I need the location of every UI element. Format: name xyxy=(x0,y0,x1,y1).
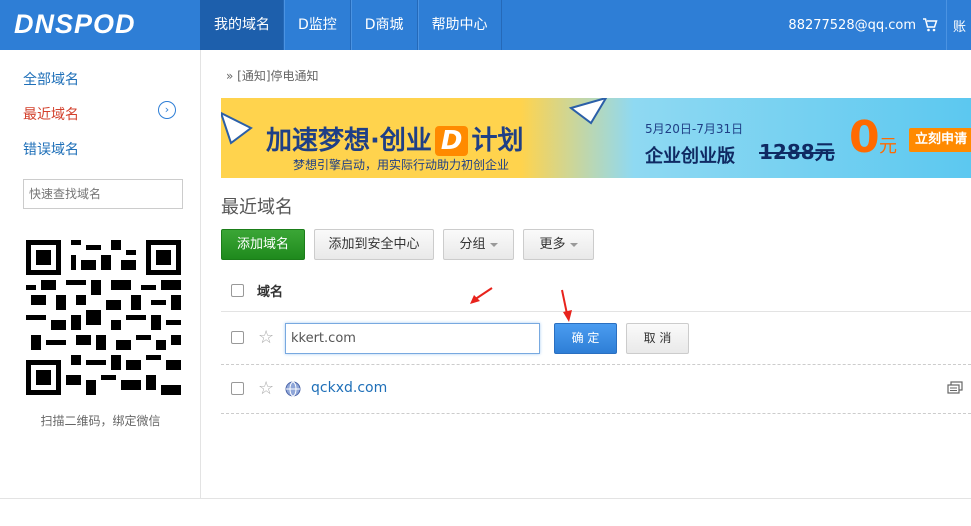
sidebar-item-error-domains[interactable]: 错误域名 xyxy=(23,139,79,159)
banner-edition: 企业创业版 xyxy=(645,146,735,167)
star-icon[interactable]: ☆ xyxy=(258,329,274,347)
page-title: 最近域名 xyxy=(221,197,293,218)
annotation-arrow-icon xyxy=(470,287,493,304)
account-email[interactable]: 88277528@qq.com xyxy=(788,18,916,33)
nav-d-monitor[interactable]: D监控 xyxy=(284,0,351,50)
nav-help-center[interactable]: 帮助中心 xyxy=(417,0,502,50)
cancel-button[interactable]: 取 消 xyxy=(626,323,689,354)
domain-search-input[interactable] xyxy=(23,179,183,209)
banner-headline: 加速梦想·创业 D 计划 xyxy=(266,120,524,157)
banner-new-price: 0 xyxy=(849,112,880,163)
footer-divider xyxy=(0,498,971,499)
table-row-edit: ☆ 确 定 取 消 xyxy=(221,312,971,365)
row-checkbox[interactable] xyxy=(231,382,244,395)
domain-table-header: 域名 xyxy=(221,270,971,312)
nav-my-domains[interactable]: 我的域名 xyxy=(200,0,284,50)
sidebar: 全部域名 最近域名 › 错误域名 扫描二维码，绑定微信 xyxy=(0,50,201,498)
star-icon[interactable]: ☆ xyxy=(258,380,274,398)
table-row: ☆ qckxd.com xyxy=(221,365,971,414)
banner-price-unit: 元 xyxy=(879,136,897,157)
confirm-button[interactable]: 确 定 xyxy=(554,323,617,354)
sidebar-item-all-domains[interactable]: 全部域名 xyxy=(23,69,79,89)
domain-link[interactable]: qckxd.com xyxy=(311,380,387,396)
promo-banner[interactable]: 加速梦想·创业 D 计划 梦想引擎启动，用实际行动助力初创企业 5月20日-7月31… xyxy=(221,98,971,178)
group-dropdown-label: 分组 xyxy=(459,237,486,252)
banner-old-price: 1288元 xyxy=(759,140,835,164)
banner-subline: 梦想引擎启动，用实际行动助力初创企业 xyxy=(293,158,510,172)
nav-d-store[interactable]: D商城 xyxy=(350,0,418,50)
more-dropdown[interactable]: 更多 xyxy=(523,229,594,260)
caret-down-icon xyxy=(489,242,498,247)
wechat-qr-code xyxy=(26,240,181,395)
notice-breadcrumb[interactable]: » [通知]停电通知 xyxy=(226,67,319,84)
banner-apply-button[interactable]: 立刻申请 xyxy=(909,128,971,152)
new-domain-input[interactable] xyxy=(285,323,540,354)
qr-caption: 扫描二维码，绑定微信 xyxy=(40,414,161,428)
chevron-right-icon[interactable]: › xyxy=(158,101,176,119)
banner-headline-end: 计划 xyxy=(471,126,524,156)
globe-icon xyxy=(285,381,301,397)
banner-headline-d: D xyxy=(434,126,469,156)
select-all-checkbox[interactable] xyxy=(231,284,244,297)
add-to-security-center-button[interactable]: 添加到安全中心 xyxy=(314,229,434,260)
top-bar: DNSPOD 我的域名 D监控 D商城 帮助中心 88277528@qq.com… xyxy=(0,0,971,50)
cart-icon[interactable] xyxy=(922,17,938,33)
column-domain: 域名 xyxy=(257,285,284,300)
account-area: 88277528@qq.com 账 xyxy=(788,0,971,50)
records-icon[interactable] xyxy=(947,381,963,395)
main-nav: 我的域名 D监控 D商城 帮助中心 xyxy=(200,0,502,50)
add-domain-button[interactable]: 添加域名 xyxy=(221,229,305,260)
row-checkbox[interactable] xyxy=(231,331,244,344)
banner-date-range: 5月20日-7月31日 xyxy=(645,122,744,136)
annotation-arrow-icon xyxy=(561,289,572,322)
logo[interactable]: DNSPOD xyxy=(14,9,136,40)
banner-headline-text: 加速梦想·创业 xyxy=(266,126,432,156)
divider xyxy=(946,0,947,50)
account-menu[interactable]: 账 xyxy=(953,16,971,35)
group-dropdown[interactable]: 分组 xyxy=(443,229,514,260)
caret-down-icon xyxy=(569,242,578,247)
more-dropdown-label: 更多 xyxy=(539,237,566,252)
sidebar-item-recent-domains[interactable]: 最近域名 xyxy=(23,104,79,124)
